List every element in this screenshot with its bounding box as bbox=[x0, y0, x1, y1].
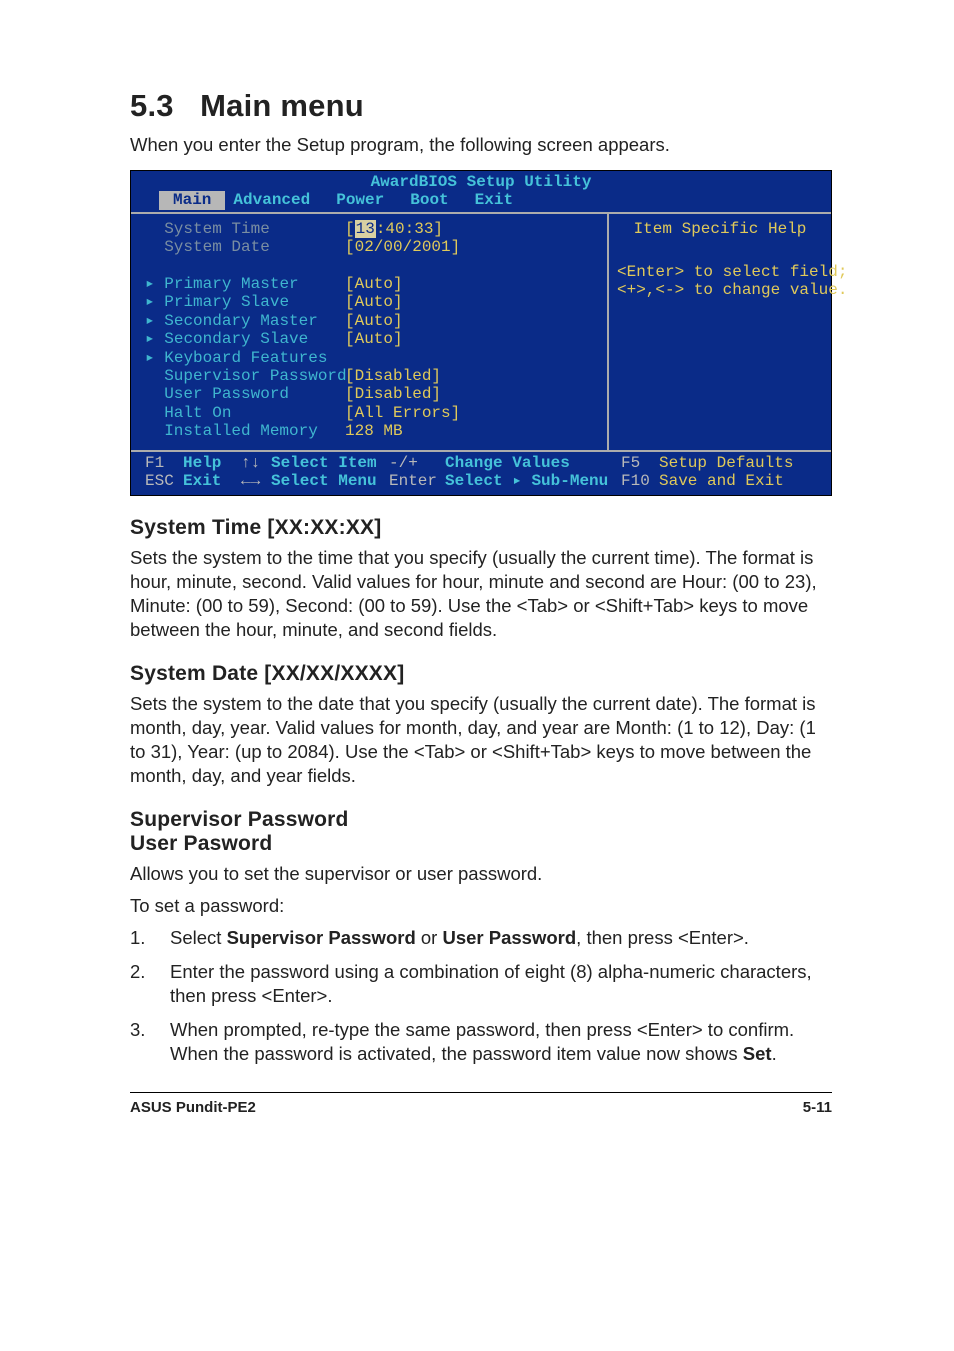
supervisor-password-heading: Supervisor Password bbox=[130, 808, 832, 832]
page-heading: 5.3 Main menu bbox=[130, 88, 832, 124]
bios-field-value: [Auto] bbox=[345, 330, 403, 348]
bios-field-label: ▸ Secondary Master bbox=[145, 312, 345, 330]
bios-field-label: ▸ Secondary Slave bbox=[145, 330, 345, 348]
bios-footer-bar: F1 ESC Help Exit ↑↓ ←→ Select Item Selec… bbox=[131, 452, 831, 495]
bios-field-value: [Auto] bbox=[345, 293, 403, 311]
bios-hint-select-menu: Select Menu bbox=[271, 472, 389, 490]
step-text: Enter the password using a combination o… bbox=[170, 960, 832, 1008]
bios-row-halt-on[interactable]: Halt On[All Errors] bbox=[145, 404, 597, 422]
step-number: 1. bbox=[130, 926, 170, 950]
bios-field-label: ▸ Primary Master bbox=[145, 275, 345, 293]
bios-field-label: Supervisor Password bbox=[145, 367, 345, 385]
bios-help-title: Item Specific Help bbox=[617, 220, 823, 238]
bios-field-value: 128 MB bbox=[345, 422, 403, 440]
bios-row-secondary-slave[interactable]: ▸ Secondary Slave[Auto] bbox=[145, 330, 597, 348]
bios-field-label: System Time bbox=[145, 220, 345, 238]
password-body-1: Allows you to set the supervisor or user… bbox=[130, 862, 832, 886]
password-body-2: To set a password: bbox=[130, 894, 832, 918]
bios-row-installed-memory: Installed Memory128 MB bbox=[145, 422, 597, 440]
bios-edit-cursor[interactable]: 13 bbox=[355, 220, 376, 238]
bios-hint-sub-menu: Select ▸ Sub-Menu bbox=[445, 472, 621, 490]
bios-hint-setup-defaults: Setup Defaults bbox=[659, 454, 793, 472]
bios-tab-exit[interactable]: Exit bbox=[467, 191, 531, 209]
bios-row-user-password[interactable]: User Password[Disabled] bbox=[145, 385, 597, 403]
footer-page-number: 5-11 bbox=[803, 1099, 832, 1116]
bios-tab-power[interactable]: Power bbox=[328, 191, 402, 209]
bios-title: AwardBIOS Setup Utility bbox=[131, 171, 831, 191]
bios-main-pane: System Time [13:40:33] System Date[02/00… bbox=[131, 214, 609, 450]
step-number: 3. bbox=[130, 1018, 170, 1066]
bios-key-f1: F1 bbox=[145, 454, 183, 472]
bios-key-f5: F5 bbox=[621, 454, 659, 472]
bios-hint-save-exit: Save and Exit bbox=[659, 472, 793, 490]
bios-field-value: [Disabled] bbox=[345, 367, 441, 385]
bios-tab-boot[interactable]: Boot bbox=[402, 191, 466, 209]
bios-field-value: [13:40:33] bbox=[345, 220, 443, 238]
bios-field-value: [Disabled] bbox=[345, 385, 441, 403]
bios-help-pane: Item Specific Help <Enter> to select fie… bbox=[609, 214, 831, 450]
bios-key-plusminus: -/+ bbox=[389, 454, 445, 472]
system-time-heading: System Time [XX:XX:XX] bbox=[130, 516, 832, 540]
bios-row-system-date[interactable]: System Date[02/00/2001] bbox=[145, 238, 597, 256]
bios-field-value: [All Errors] bbox=[345, 404, 460, 422]
list-item: 1. Select Supervisor Password or User Pa… bbox=[130, 926, 832, 950]
bios-help-line: <+>,<-> to change value. bbox=[617, 281, 823, 299]
bios-help-line: <Enter> to select field; bbox=[617, 263, 823, 281]
bios-field-label: ▸ Keyboard Features bbox=[145, 349, 345, 367]
bios-field-value: [02/00/2001] bbox=[345, 238, 460, 256]
bios-hint-help: Help bbox=[183, 454, 241, 472]
bios-hint-select-item: Select Item bbox=[271, 454, 389, 472]
bios-tab-main[interactable]: Main bbox=[159, 191, 225, 209]
system-time-body: Sets the system to the time that you spe… bbox=[130, 546, 832, 642]
bios-row-keyboard-features[interactable]: ▸ Keyboard Features bbox=[145, 349, 597, 367]
bios-row-system-time[interactable]: System Time [13:40:33] bbox=[145, 220, 597, 238]
footer-divider bbox=[130, 1092, 832, 1093]
intro-paragraph: When you enter the Setup program, the fo… bbox=[130, 134, 832, 156]
bios-field-label: System Date bbox=[145, 238, 345, 256]
bios-field-label: ▸ Primary Slave bbox=[145, 293, 345, 311]
footer-product: ASUS Pundit-PE2 bbox=[130, 1099, 256, 1116]
system-date-body: Sets the system to the date that you spe… bbox=[130, 692, 832, 788]
system-date-heading: System Date [XX/XX/XXXX] bbox=[130, 662, 832, 686]
step-number: 2. bbox=[130, 960, 170, 1008]
step-text: Select Supervisor Password or User Passw… bbox=[170, 926, 749, 950]
bios-key-f10: F10 bbox=[621, 472, 659, 490]
bios-hint-exit: Exit bbox=[183, 472, 241, 490]
bios-field-label: User Password bbox=[145, 385, 345, 403]
bios-field-value: [Auto] bbox=[345, 275, 403, 293]
bios-key-enter: Enter bbox=[389, 472, 445, 490]
bios-hint-change-values: Change Values bbox=[445, 454, 621, 472]
bios-field-label: Installed Memory bbox=[145, 422, 345, 440]
bios-key-esc: ESC bbox=[145, 472, 183, 490]
user-password-heading: User Pasword bbox=[130, 832, 832, 856]
bios-row-primary-master[interactable]: ▸ Primary Master[Auto] bbox=[145, 275, 597, 293]
step-text: When prompted, re-type the same password… bbox=[170, 1018, 832, 1066]
section-number: 5.3 bbox=[130, 88, 174, 123]
arrows-vertical-icon: ↑↓ bbox=[241, 454, 271, 472]
list-item: 3. When prompted, re-type the same passw… bbox=[130, 1018, 832, 1066]
arrows-horizontal-icon: ←→ bbox=[241, 472, 271, 490]
bios-row-primary-slave[interactable]: ▸ Primary Slave[Auto] bbox=[145, 293, 597, 311]
bios-tab-advanced[interactable]: Advanced bbox=[225, 191, 328, 209]
bios-row-supervisor-password[interactable]: Supervisor Password[Disabled] bbox=[145, 367, 597, 385]
bios-field-value: [Auto] bbox=[345, 312, 403, 330]
list-item: 2. Enter the password using a combinatio… bbox=[130, 960, 832, 1008]
bios-menu-bar: Main Advanced Power Boot Exit bbox=[131, 191, 831, 211]
bios-row-secondary-master[interactable]: ▸ Secondary Master[Auto] bbox=[145, 312, 597, 330]
password-steps-list: 1. Select Supervisor Password or User Pa… bbox=[130, 926, 832, 1066]
bios-field-label: Halt On bbox=[145, 404, 345, 422]
section-title: Main menu bbox=[200, 88, 364, 123]
page-footer: ASUS Pundit-PE2 5-11 bbox=[130, 1099, 832, 1116]
bios-screenshot: AwardBIOS Setup Utility Main Advanced Po… bbox=[130, 170, 832, 496]
